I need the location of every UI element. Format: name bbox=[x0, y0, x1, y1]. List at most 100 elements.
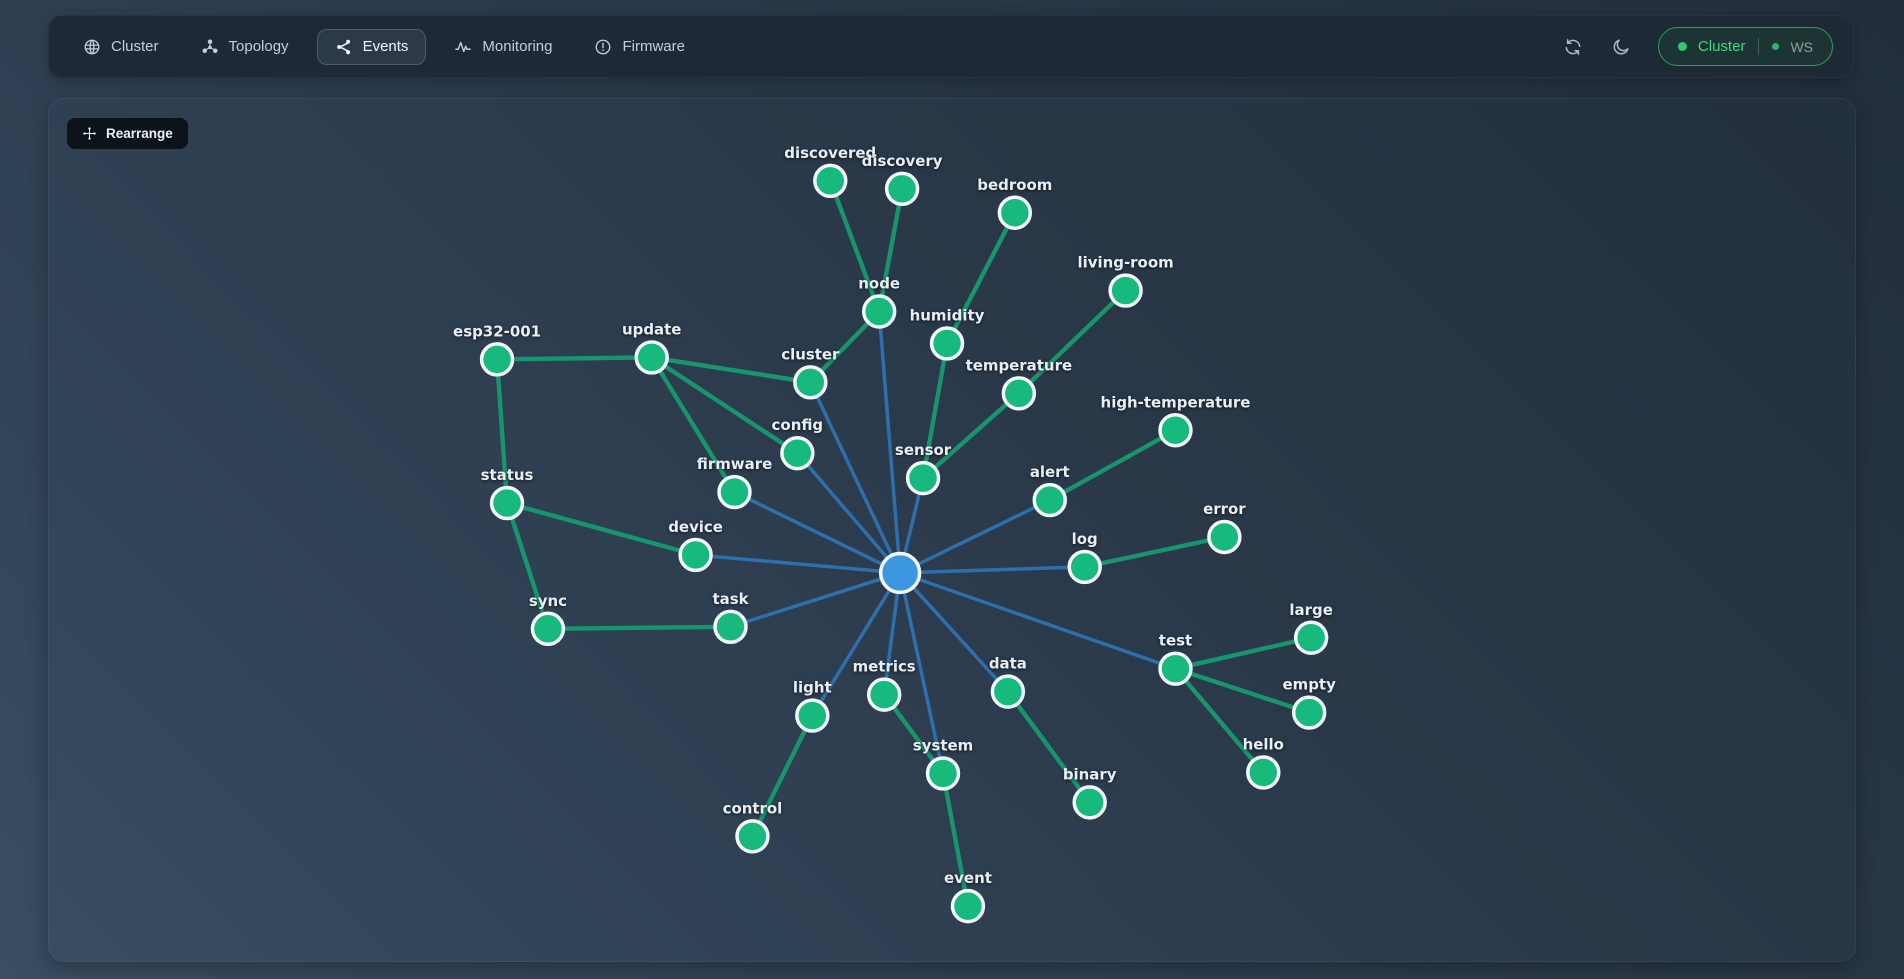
graph-node-metrics[interactable] bbox=[869, 679, 900, 710]
graph-node-label-discovery: discovery bbox=[862, 152, 943, 170]
graph-node-label-empty: empty bbox=[1283, 676, 1337, 694]
dark-mode-moon-icon[interactable] bbox=[1610, 36, 1632, 58]
graph-node-light[interactable] bbox=[797, 700, 828, 731]
graph-node-label-sensor: sensor bbox=[895, 441, 952, 459]
graph-node-label-config: config bbox=[772, 416, 824, 434]
graph-node-label-event: event bbox=[944, 869, 992, 887]
graph-node-living-room[interactable] bbox=[1110, 275, 1141, 306]
connection-status-badge[interactable]: Cluster WS bbox=[1658, 27, 1833, 66]
graph-node-label-firmware: firmware bbox=[697, 455, 772, 473]
nav-tabs: Cluster Topology Events bbox=[69, 29, 699, 65]
graph-hub-node[interactable] bbox=[881, 553, 920, 592]
cluster-status-dot bbox=[1678, 42, 1687, 51]
tab-monitoring[interactable]: Monitoring bbox=[440, 29, 566, 65]
graph-node-high-temperature[interactable] bbox=[1160, 415, 1191, 446]
nodes-icon bbox=[201, 38, 219, 56]
share-nodes-icon bbox=[335, 38, 353, 56]
top-navbar: Cluster Topology Events bbox=[48, 15, 1854, 78]
graph-node-task[interactable] bbox=[715, 611, 746, 642]
graph-node-label-binary: binary bbox=[1063, 765, 1117, 783]
graph-node-label-light: light bbox=[793, 679, 832, 697]
graph-node-hello[interactable] bbox=[1248, 757, 1279, 788]
graph-node-label-metrics: metrics bbox=[853, 658, 916, 676]
graph-node-firmware[interactable] bbox=[719, 477, 750, 508]
graph-node-label-alert: alert bbox=[1030, 463, 1070, 481]
nav-right-controls: Cluster WS bbox=[1562, 27, 1833, 66]
graph-node-discovery[interactable] bbox=[887, 173, 918, 204]
graph-node-error[interactable] bbox=[1209, 522, 1240, 553]
graph-node-test[interactable] bbox=[1160, 653, 1191, 684]
graph-edge-data-binary bbox=[1008, 692, 1090, 803]
graph-node-device[interactable] bbox=[680, 539, 711, 570]
graph-edge-log-error bbox=[1085, 537, 1225, 567]
ws-status-label: WS bbox=[1790, 39, 1813, 55]
tab-events[interactable]: Events bbox=[317, 29, 427, 65]
graph-node-esp32-001[interactable] bbox=[482, 344, 513, 375]
graph-node-log[interactable] bbox=[1069, 551, 1100, 582]
graph-node-update[interactable] bbox=[636, 342, 667, 373]
graph-node-status[interactable] bbox=[492, 488, 523, 519]
graph-edge-hub-task bbox=[731, 573, 901, 627]
graph-node-label-status: status bbox=[481, 466, 534, 484]
graph-node-label-device: device bbox=[668, 518, 723, 536]
graph-node-control[interactable] bbox=[737, 821, 768, 852]
graph-node-discovered[interactable] bbox=[815, 165, 846, 196]
graph-node-label-update: update bbox=[622, 320, 681, 338]
graph-node-sync[interactable] bbox=[532, 613, 563, 644]
graph-node-label-large: large bbox=[1289, 601, 1332, 619]
graph-node-label-bedroom: bedroom bbox=[977, 176, 1052, 194]
graph-node-label-error: error bbox=[1203, 500, 1246, 518]
graph-node-event[interactable] bbox=[952, 891, 983, 922]
graph-node-label-task: task bbox=[712, 590, 749, 608]
graph-node-label-esp32-001: esp32-001 bbox=[453, 322, 541, 340]
graph-node-bedroom[interactable] bbox=[999, 197, 1030, 228]
graph-edge-sync-task bbox=[548, 627, 731, 629]
graph-node-humidity[interactable] bbox=[932, 328, 963, 359]
graph-node-label-system: system bbox=[913, 736, 973, 754]
tab-topology[interactable]: Topology bbox=[187, 29, 303, 65]
graph-edge-test-large bbox=[1175, 638, 1311, 669]
graph-node-system[interactable] bbox=[928, 758, 959, 789]
topic-graph-canvas[interactable]: discovereddiscoverybedroomliving-roomnod… bbox=[49, 99, 1855, 961]
graph-edge-esp32-001-update bbox=[497, 357, 652, 359]
graph-node-label-temperature: temperature bbox=[966, 356, 1073, 374]
tab-label: Firmware bbox=[622, 38, 685, 55]
refresh-icon[interactable] bbox=[1562, 36, 1584, 58]
graph-node-label-node: node bbox=[858, 275, 900, 293]
graph-node-label-data: data bbox=[989, 655, 1027, 673]
graph-node-data[interactable] bbox=[992, 676, 1023, 707]
graph-node-sensor[interactable] bbox=[908, 463, 939, 494]
tab-firmware[interactable]: Firmware bbox=[580, 29, 699, 65]
ws-status-dot bbox=[1772, 43, 1779, 50]
graph-edge-hub-log bbox=[900, 567, 1085, 573]
graph-node-label-living-room: living-room bbox=[1078, 254, 1174, 272]
graph-node-label-humidity: humidity bbox=[910, 306, 985, 324]
graph-node-cluster[interactable] bbox=[795, 367, 826, 398]
graph-edge-light-control bbox=[752, 716, 812, 837]
graph-node-binary[interactable] bbox=[1074, 787, 1105, 818]
graph-node-label-high-temperature: high-temperature bbox=[1101, 393, 1251, 411]
pulse-icon bbox=[454, 38, 472, 56]
move-icon bbox=[82, 126, 97, 141]
graph-node-large[interactable] bbox=[1296, 622, 1327, 653]
tab-label: Topology bbox=[229, 38, 289, 55]
globe-icon bbox=[83, 38, 101, 56]
graph-edge-hub-alert bbox=[900, 500, 1050, 573]
graph-node-empty[interactable] bbox=[1294, 697, 1325, 728]
rearrange-label: Rearrange bbox=[106, 126, 173, 141]
graph-edge-living-room-temperature bbox=[1019, 291, 1126, 394]
cluster-status-label: Cluster bbox=[1698, 38, 1746, 55]
graph-node-label-hello: hello bbox=[1243, 735, 1284, 753]
graph-node-alert[interactable] bbox=[1034, 485, 1065, 516]
tab-cluster[interactable]: Cluster bbox=[69, 29, 173, 65]
tab-label: Cluster bbox=[111, 38, 159, 55]
graph-node-node[interactable] bbox=[864, 296, 895, 327]
graph-node-config[interactable] bbox=[782, 438, 813, 469]
rearrange-button[interactable]: Rearrange bbox=[67, 118, 188, 149]
graph-edge-hub-config bbox=[797, 453, 900, 573]
graph-node-temperature[interactable] bbox=[1003, 378, 1034, 409]
graph-node-label-control: control bbox=[723, 799, 783, 817]
events-graph-panel: Rearrange discovereddiscoverybedroomlivi… bbox=[48, 98, 1856, 962]
graph-node-label-test: test bbox=[1159, 632, 1192, 650]
graph-edge-status-sync bbox=[507, 503, 548, 629]
